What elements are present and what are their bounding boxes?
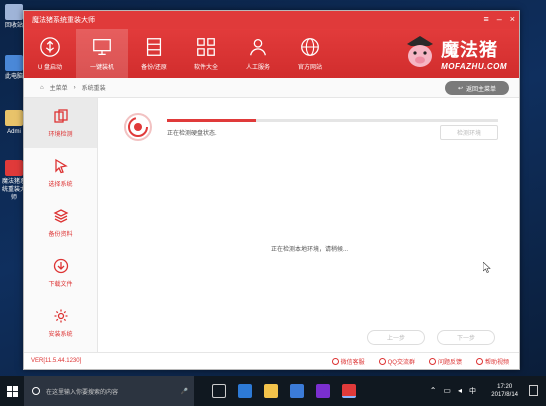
- detect-spinner-icon: [124, 113, 152, 141]
- qq-icon: [378, 358, 386, 365]
- notification-icon[interactable]: [529, 385, 538, 396]
- apps-icon: [197, 38, 215, 56]
- windows-logo-icon: [6, 385, 18, 397]
- computer-icon: [5, 55, 23, 71]
- window-title: 魔法猪系统重装大师: [32, 17, 95, 24]
- mofazhu-app-icon: [5, 160, 23, 176]
- breadcrumb-separator: ›: [73, 84, 76, 91]
- detect-progress-bar: [167, 119, 498, 122]
- breadcrumb-current: 系统重装: [81, 86, 106, 92]
- footer-link-qq[interactable]: QQ交流群: [378, 357, 415, 366]
- footer-link-help-video[interactable]: 帮助视频: [475, 357, 509, 366]
- back-arrow-icon: ↩: [457, 85, 463, 92]
- cortana-icon: [32, 387, 40, 395]
- step-select-system[interactable]: 选择系统: [24, 148, 97, 198]
- progress-status-text: 正在检测硬盘状态.: [167, 131, 217, 137]
- layers-icon: [53, 209, 68, 223]
- network-icon[interactable]: ▭: [443, 386, 451, 396]
- main-content: 正在检测硬盘状态. 检测环境 正在检测本地环境，请稍候... 上一步 下一步: [99, 98, 520, 353]
- brand-logo: 魔法猪 MOFAZHU.COM: [403, 34, 507, 72]
- window-footer: VER[11.5.44.1230] 微信客服 QQ交流群 问题反馈 帮助视频: [24, 352, 519, 369]
- back-to-main-button[interactable]: ↩ 返回主菜单: [445, 81, 509, 95]
- title-bar: 魔法猪系统重装大师 ≡ – ×: [24, 11, 519, 29]
- taskbar: 在这里输入你要搜索的内容 🎤 ⌃ ▭ ◂ 中 17:20 2017/8/14: [0, 376, 546, 406]
- nav-software[interactable]: 软件大全: [180, 29, 232, 78]
- center-status-message: 正在检测本地环境，请稍候...: [270, 247, 348, 253]
- start-button[interactable]: [0, 376, 24, 406]
- footer-link-wechat[interactable]: 微信客服: [331, 357, 365, 366]
- step-sidebar: 环境检测 选择系统 备份资料 下载文件 安装系统: [24, 98, 98, 353]
- gear-icon: [54, 309, 67, 323]
- prev-step-button[interactable]: 上一步: [367, 330, 425, 345]
- edge-browser-icon[interactable]: [238, 384, 252, 398]
- top-nav: U 盘启动 一键装机 备份/还原 软件大全 人工服务 官方网站 魔法猪 MOFA…: [24, 29, 519, 78]
- store-icon[interactable]: [290, 384, 304, 398]
- progress-fill: [167, 119, 257, 122]
- breadcrumb: ⌂ 主菜单 › 系统重装 ↩ 返回主菜单: [24, 78, 519, 98]
- cursor-icon: [54, 158, 68, 174]
- volume-icon[interactable]: ◂: [458, 386, 462, 396]
- mofazhu-taskbar-icon[interactable]: [342, 384, 356, 398]
- task-view-icon[interactable]: [212, 384, 226, 398]
- microphone-icon[interactable]: 🎤: [181, 388, 188, 395]
- monitor-icon: [93, 39, 111, 55]
- step-backup-data[interactable]: 备份资料: [24, 198, 97, 248]
- close-button[interactable]: ×: [510, 14, 515, 24]
- chevron-up-icon[interactable]: ⌃: [430, 386, 437, 396]
- app-window: 魔法猪系统重装大师 ≡ – × U 盘启动 一键装机 备份/还原 软件大全 人工…: [23, 10, 520, 370]
- taskbar-search[interactable]: 在这里输入你要搜索的内容 🎤: [24, 376, 194, 406]
- pig-mascot-icon: [407, 36, 434, 67]
- wechat-icon: [331, 358, 339, 365]
- nav-one-click-install[interactable]: 一键装机: [76, 29, 128, 78]
- download-icon: [53, 258, 68, 274]
- clock-time: 17:20: [497, 384, 513, 390]
- usb-icon: [40, 37, 60, 57]
- logo-domain: MOFAZHU.COM: [441, 61, 507, 71]
- version-label: VER[11.5.44.1230]: [31, 358, 82, 364]
- feedback-icon: [428, 358, 436, 365]
- database-icon: [146, 38, 162, 56]
- ime-icon[interactable]: 中: [469, 386, 476, 396]
- taskbar-clock[interactable]: 17:20 2017/8/14: [491, 383, 518, 399]
- copy-icon: [53, 109, 68, 123]
- clock-date: 2017/8/14: [491, 392, 518, 398]
- system-tray: ⌃ ▭ ◂ 中: [430, 386, 476, 396]
- nav-official-site[interactable]: 官方网站: [284, 29, 336, 78]
- minimize-button[interactable]: –: [497, 14, 502, 24]
- folder-user-icon: [5, 110, 23, 126]
- next-step-button[interactable]: 下一步: [437, 330, 495, 345]
- breadcrumb-home[interactable]: 主菜单: [50, 83, 68, 92]
- help-icon: [475, 358, 483, 365]
- nav-backup-restore[interactable]: 备份/还原: [128, 29, 180, 78]
- globe-icon: [301, 38, 319, 56]
- step-install-system[interactable]: 安装系统: [24, 298, 97, 348]
- logo-text: 魔法猪: [441, 39, 499, 61]
- recycle-bin-icon: [5, 4, 23, 20]
- nav-usb-boot[interactable]: U 盘启动: [24, 29, 76, 78]
- media-icon[interactable]: [316, 384, 330, 398]
- step-env-check[interactable]: 环境检测: [24, 98, 97, 148]
- home-icon: ⌂: [40, 84, 44, 91]
- footer-link-feedback[interactable]: 问题反馈: [428, 357, 462, 366]
- mouse-cursor-icon: [483, 262, 491, 273]
- nav-human-service[interactable]: 人工服务: [232, 29, 284, 78]
- file-explorer-icon[interactable]: [264, 384, 278, 398]
- search-placeholder: 在这里输入你要搜索的内容: [46, 389, 119, 396]
- menu-button[interactable]: ≡: [483, 14, 488, 24]
- redetect-button[interactable]: 检测环境: [440, 125, 498, 140]
- person-icon: [250, 39, 266, 56]
- step-download-files[interactable]: 下载文件: [24, 248, 97, 298]
